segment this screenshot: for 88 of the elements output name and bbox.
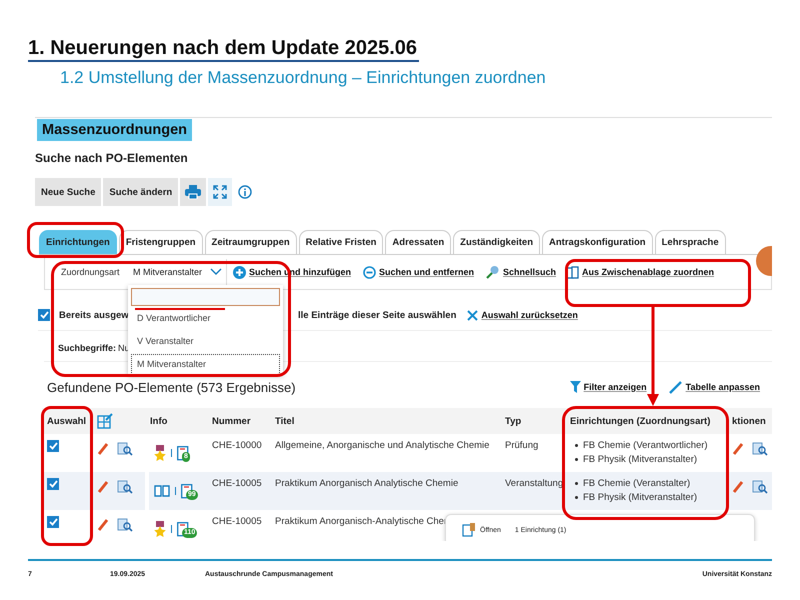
pencil-icon (668, 380, 683, 394)
expand-icon (213, 185, 228, 199)
pencil-icon[interactable] (97, 480, 109, 494)
document-icon (462, 523, 476, 537)
fullscreen-button[interactable] (208, 178, 232, 206)
dropdown-option[interactable]: M Mitveranstalter (131, 354, 280, 375)
copy-icon (566, 266, 580, 278)
checkbox[interactable] (38, 309, 50, 321)
section-title: Suche nach PO-Elementen (35, 150, 189, 166)
tab[interactable]: Zuständigkeiten (453, 230, 540, 254)
column-header: Einrichtungen (Zuordnungsart) (570, 416, 710, 426)
column-header: Nummer (212, 416, 251, 426)
check-icon (48, 480, 58, 488)
award-icon (154, 521, 166, 537)
filter-icon (570, 381, 581, 393)
minus-icon (363, 266, 376, 278)
close-icon (467, 310, 478, 320)
list-item: FB Physik (Mitveranstalter) (583, 454, 698, 465)
printer-icon (185, 185, 202, 199)
reset-link[interactable]: Auswahl zurücksetzen (481, 310, 578, 320)
checkbox[interactable] (47, 478, 59, 490)
action-link[interactable]: Tabelle anpassen (686, 382, 760, 392)
tab[interactable]: Lehrsprache (654, 230, 726, 254)
print-button[interactable] (180, 178, 206, 206)
pencil-icon[interactable] (97, 442, 109, 456)
table-cell: CHE-10005 (212, 516, 262, 527)
bullet-icon (575, 496, 578, 499)
field-label: Suchbegriffe: (58, 343, 116, 353)
dropdown-option[interactable]: V Veranstalter (131, 331, 280, 352)
pencil-icon[interactable] (732, 442, 744, 456)
checkbox[interactable] (47, 516, 59, 528)
info-icon[interactable] (238, 185, 252, 199)
slide-title: 1. Neuerungen nach dem Update 2025.06 (28, 36, 420, 62)
table-edit-icon (97, 413, 113, 429)
checkbox[interactable] (47, 440, 59, 452)
table-cell: Prüfung (505, 440, 538, 451)
chevron-icon (210, 268, 222, 276)
tab[interactable]: Antragskonfiguration (542, 230, 653, 254)
check-icon (40, 311, 48, 319)
toolbar-button[interactable]: Suche ändern (103, 178, 178, 206)
bullet-icon (575, 458, 578, 461)
table-cell: CHE-10005 (212, 478, 262, 489)
check-icon (48, 518, 58, 526)
column-header: ktionen (732, 416, 766, 426)
document-search-icon[interactable] (117, 518, 133, 532)
document-search-icon[interactable] (752, 442, 768, 456)
pencil-icon[interactable] (97, 518, 109, 532)
column-header: Titel (275, 416, 294, 426)
table-cell: Veranstaltung (505, 478, 564, 489)
action-link[interactable]: Filter anzeigen (584, 382, 647, 392)
action-link[interactable]: Suchen und entfernen (379, 267, 474, 277)
tab[interactable]: Zeitraumgruppen (204, 230, 297, 254)
award-icon (154, 445, 166, 461)
document-icon (177, 446, 189, 460)
list-item: FB Chemie (Veranstalter) (583, 478, 690, 489)
slide-subtitle: 1.2 Umstellung der Massenzuordnung – Einrichtungen zuordnen (60, 67, 547, 89)
action-link[interactable]: Schnellsuch (503, 267, 556, 277)
page-heading: Massenzuordnungen (37, 119, 192, 141)
column-header: Typ (505, 416, 522, 426)
list-item: FB Chemie (Verantwortlicher) (583, 440, 708, 451)
search-field[interactable] (131, 288, 280, 306)
document-search-icon[interactable] (117, 442, 133, 456)
tab[interactable]: Einrichtungen (39, 230, 117, 254)
book-icon (154, 485, 170, 497)
plus-icon (233, 266, 246, 278)
column-header: Auswahl (47, 416, 86, 426)
results-title: Gefundene PO-Elemente (573 Ergebnisse) (47, 380, 296, 394)
table-cell: CHE-10000 (212, 440, 262, 451)
list-item: FB Physik (Mitveranstalter) (583, 492, 698, 503)
table-cell: Praktikum Anorganisch Analytische Chemie (275, 478, 458, 489)
document-search-icon[interactable] (117, 480, 133, 494)
tab[interactable]: Fristengruppen (118, 230, 203, 254)
search-icon (486, 265, 500, 279)
bullet-icon (575, 482, 578, 485)
dropdown-option[interactable]: D Verantwortlicher (131, 308, 280, 329)
tab[interactable]: Relative Fristen (298, 230, 384, 254)
action-link[interactable]: Aus Zwischenablage zuordnen (582, 267, 714, 277)
check-icon (48, 442, 58, 450)
select-all-link[interactable]: lle Einträge dieser Seite auswählen (298, 310, 456, 320)
checkbox-label: Bereits ausgew (59, 310, 129, 320)
table-cell: Allgemeine, Anorganische und Analytische Chemie (275, 440, 490, 451)
toolbar-button[interactable]: Neue Suche (35, 178, 102, 206)
field-label: Zuordnungsart (61, 267, 121, 277)
column-header: Info (150, 416, 168, 426)
bullet-icon (575, 444, 578, 447)
pencil-icon[interactable] (732, 480, 744, 494)
document-search-icon[interactable] (752, 480, 768, 494)
tab[interactable]: Adressaten (385, 230, 452, 254)
